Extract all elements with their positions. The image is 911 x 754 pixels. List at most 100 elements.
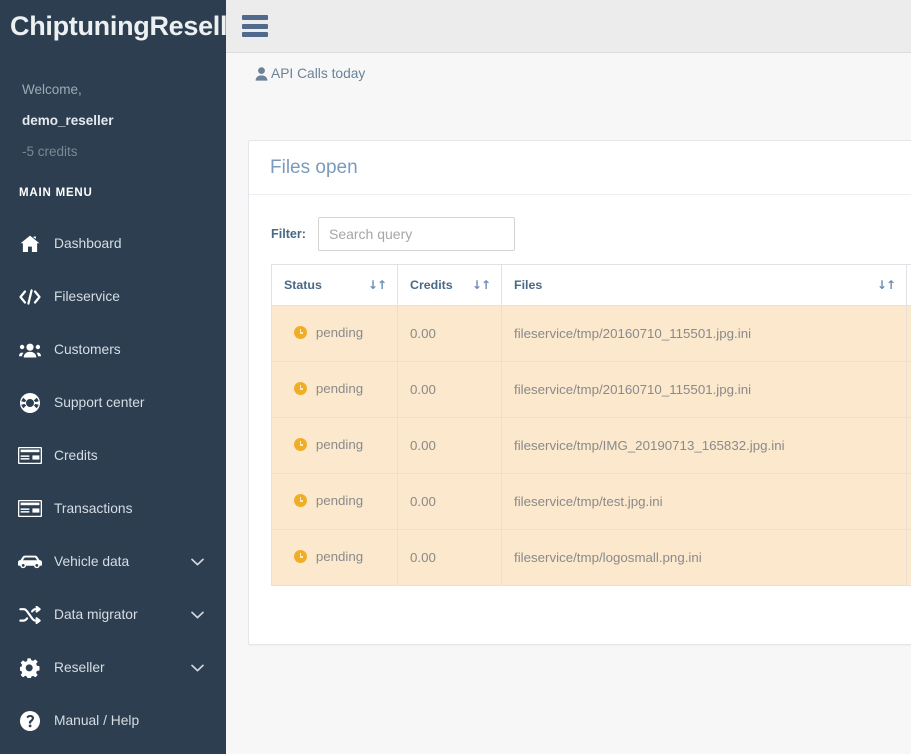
home-icon [14,235,46,253]
hamburger-bar [242,32,268,37]
sidebar-item-reseller[interactable]: Reseller [0,641,226,694]
cell-extra [906,305,911,362]
cell-credits: 0.00 [397,529,502,586]
search-input[interactable] [317,217,515,251]
page-title: Files open [270,156,358,178]
clock-icon [293,550,307,563]
sidebar-item-label: Fileservice [54,289,120,304]
person-icon [255,66,268,81]
table-head: Status ↓↑ Credits ↓↑ Files ↓↑ [271,264,911,306]
table-row[interactable]: pending 0.00 fileservice/tmp/IMG_20190713_… [271,417,911,474]
cell-status: pending [271,529,398,586]
api-calls-label: API Calls today [271,66,366,81]
car-icon [14,554,46,569]
sidebar-item-label: Support center [54,395,145,410]
status-badge: pending [315,381,364,396]
user-info-block: Welcome, demo_reseller -5 credits [0,52,226,159]
table-header-row: Status ↓↑ Credits ↓↑ Files ↓↑ [271,264,911,306]
cell-credits: 0.00 [397,473,502,530]
username-label: demo_reseller [22,113,114,128]
sidebar-item-label: Vehicle data [54,554,130,569]
sort-icon[interactable]: ↓↑ [877,278,896,292]
chevron-down-icon [191,558,204,566]
hamburger-bar [242,15,268,20]
table-row[interactable]: pending 0.00 fileservice/tmp/20160710_1155… [271,305,911,362]
sidebar-item-data-migrator[interactable]: Data migrator [0,588,226,641]
brand-logo[interactable]: ChiptuningReseller [0,0,226,52]
sort-icon[interactable]: ↓↑ [472,278,491,292]
sidebar-item-label: Dashboard [54,236,122,251]
welcome-label: Welcome, [22,82,82,97]
chevron-down-icon [191,611,204,619]
sort-icon[interactable]: ↓↑ [368,278,387,292]
credits-label: -5 credits [22,144,78,159]
cell-file-path: fileservice/tmp/test.jpg.ini [501,473,907,530]
top-navbar [226,0,911,53]
table-row[interactable]: pending 0.00 fileservice/tmp/20160710_1155… [271,361,911,418]
cell-credits: 0.00 [397,361,502,418]
cell-file-path: fileservice/tmp/20160710_115501.jpg.ini [501,305,907,362]
hamburger-icon[interactable] [240,11,270,41]
panel-header: Files open [249,141,911,195]
clock-icon [293,382,307,395]
status-badge: pending [315,437,364,452]
column-header-extra[interactable] [906,264,911,306]
column-label: Status [284,278,322,292]
cell-extra [906,473,911,530]
question-circle-icon [14,710,46,731]
main-content: API Calls today Files open Filter: Searc… [226,54,911,754]
sidebar-item-manual-help[interactable]: Manual / Help [0,694,226,747]
table-row[interactable]: pending 0.00 fileservice/tmp/test.jpg.ini [271,473,911,530]
credit-card-icon [14,500,46,517]
brand-title: ChiptuningReseller [10,10,226,41]
cell-credits: 0.00 [397,417,502,474]
column-label: Files [514,278,543,292]
sidebar-menu: Dashboard Fileservice Customers Support … [0,217,226,747]
sidebar-item-customers[interactable]: Customers [0,323,226,376]
sidebar-item-label: Data migrator [54,607,138,622]
lifebuoy-icon [14,392,46,413]
cell-extra [906,417,911,474]
table-body: pending 0.00 fileservice/tmp/20160710_1155… [271,305,911,586]
column-label: Credits [410,278,453,292]
gear-icon [14,657,46,678]
sidebar: ChiptuningReseller Welcome, demo_reselle… [0,0,226,754]
table-row[interactable]: pending 0.00 fileservice/tmp/logosmall.png… [271,529,911,586]
cell-status: pending [271,417,398,474]
sidebar-item-vehicle-data[interactable]: Vehicle data [0,535,226,588]
credit-card-icon [14,447,46,464]
sidebar-item-label: Customers [54,342,121,357]
sidebar-item-label: Credits [54,448,98,463]
cell-file-path: fileservice/tmp/IMG_20190713_165832.jpg.… [501,417,907,474]
hamburger-bar [242,23,268,29]
column-header-status[interactable]: Status ↓↑ [271,264,398,306]
clock-icon [293,494,307,507]
chevron-down-icon [191,664,204,672]
column-header-credits[interactable]: Credits ↓↑ [397,264,502,306]
sidebar-item-dashboard[interactable]: Dashboard [0,217,226,270]
users-icon [14,342,46,358]
files-table: Status ↓↑ Credits ↓↑ Files ↓↑ pending 0.… [271,264,911,586]
cell-extra [906,529,911,586]
cell-file-path: fileservice/tmp/20160710_115501.jpg.ini [501,361,907,418]
filter-row: Filter: [271,217,911,251]
code-icon [14,288,46,306]
filter-label: Filter: [271,227,306,241]
sidebar-item-label: Transactions [54,501,133,516]
sidebar-item-label: Reseller [54,660,105,675]
cell-extra [906,361,911,418]
api-calls-row: API Calls today [226,54,911,81]
clock-icon [293,438,307,451]
shuffle-icon [14,605,46,624]
app-root: ChiptuningReseller Welcome, demo_reselle… [0,0,911,754]
sidebar-item-support-center[interactable]: Support center [0,376,226,429]
status-badge: pending [315,549,364,564]
main-menu-heading: MAIN MENU [19,187,93,199]
sidebar-item-label: Manual / Help [54,713,140,728]
sidebar-item-fileservice[interactable]: Fileservice [0,270,226,323]
sidebar-item-transactions[interactable]: Transactions [0,482,226,535]
sidebar-item-credits[interactable]: Credits [0,429,226,482]
column-header-files[interactable]: Files ↓↑ [501,264,907,306]
files-open-panel: Files open Filter: Status ↓↑ [248,140,911,645]
cell-status: pending [271,305,398,362]
